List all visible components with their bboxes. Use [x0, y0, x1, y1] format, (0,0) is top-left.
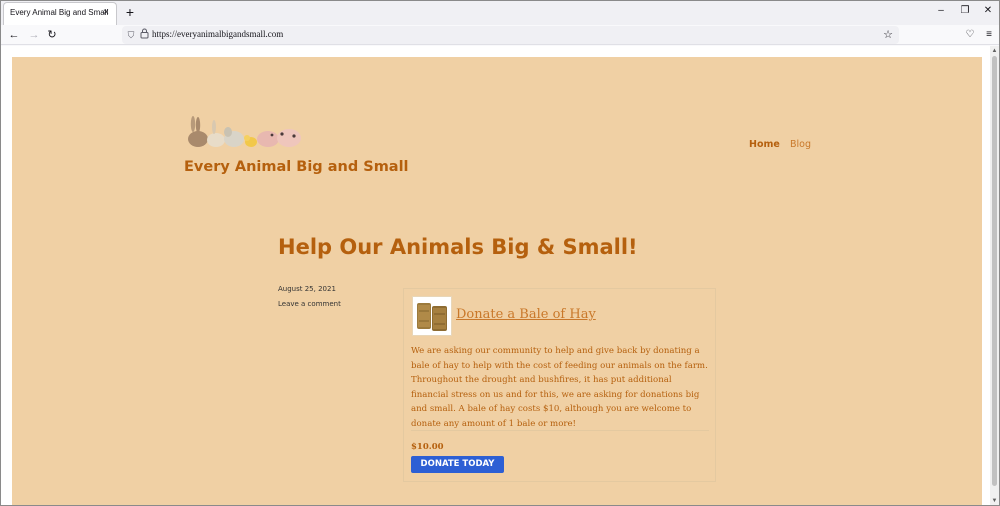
site-title[interactable]: Every Animal Big and Small — [184, 159, 409, 175]
close-tab-icon[interactable]: × — [100, 6, 112, 20]
nav-home-link[interactable]: Home — [749, 139, 780, 150]
address-bar[interactable]: ⛉ https://everyanimalbigandsmall.com ☆ — [122, 26, 899, 44]
url-text[interactable]: https://everyanimalbigandsmall.com — [152, 29, 283, 39]
scrollbar-thumb[interactable] — [992, 56, 997, 486]
product-title-link[interactable]: Donate a Bale of Hay — [456, 307, 596, 322]
leave-comment-link[interactable]: Leave a comment — [278, 300, 341, 308]
close-window-icon[interactable]: ✕ — [981, 4, 995, 18]
minimize-icon[interactable]: – — [934, 4, 948, 18]
browser-window: Every Animal Big and Small × + – ❐ ✕ ← →… — [0, 0, 1000, 506]
browser-tab[interactable]: Every Animal Big and Small × — [3, 2, 117, 25]
card-divider — [411, 430, 709, 431]
scroll-down-icon[interactable]: ▼ — [990, 497, 999, 505]
post-title: Help Our Animals Big & Small! — [278, 235, 638, 259]
menu-icon[interactable]: ≡ — [982, 27, 996, 43]
forward-icon[interactable]: → — [27, 27, 41, 43]
scroll-up-icon[interactable]: ▲ — [990, 47, 999, 56]
new-tab-icon[interactable]: + — [123, 4, 137, 20]
reload-icon[interactable]: ↻ — [45, 27, 59, 43]
page-viewport: Every Animal Big and Small Home Blog Hel… — [1, 46, 999, 505]
shield-icon[interactable]: ⛉ — [125, 28, 137, 42]
hay-bale-image[interactable] — [412, 296, 452, 336]
back-icon[interactable]: ← — [7, 27, 21, 43]
post-date[interactable]: August 25, 2021 — [278, 285, 336, 293]
page-content: Every Animal Big and Small Home Blog Hel… — [12, 57, 982, 505]
bookmark-star-icon[interactable]: ☆ — [881, 27, 895, 43]
tab-bar: Every Animal Big and Small × + – ❐ ✕ — [1, 1, 999, 25]
tab-title: Every Animal Big and Small — [10, 8, 109, 17]
product-price: $10.00 — [411, 442, 444, 452]
restore-icon[interactable]: ❐ — [958, 4, 972, 18]
donate-today-button[interactable]: DONATE TODAY — [411, 456, 504, 473]
navigation-bar: ← → ↻ ⛉ https://everyanimalbigandsmall.c… — [1, 25, 999, 45]
farm-animals-logo[interactable] — [184, 114, 310, 150]
donation-card: Donate a Bale of Hay We are asking our c… — [403, 288, 716, 482]
nav-blog-link[interactable]: Blog — [790, 139, 811, 150]
pocket-icon[interactable]: ♡ — [963, 27, 977, 43]
lock-icon[interactable] — [138, 28, 150, 42]
product-description: We are asking our community to help and … — [411, 346, 708, 429]
page-scrollbar[interactable]: ▲ ▼ — [990, 46, 999, 505]
